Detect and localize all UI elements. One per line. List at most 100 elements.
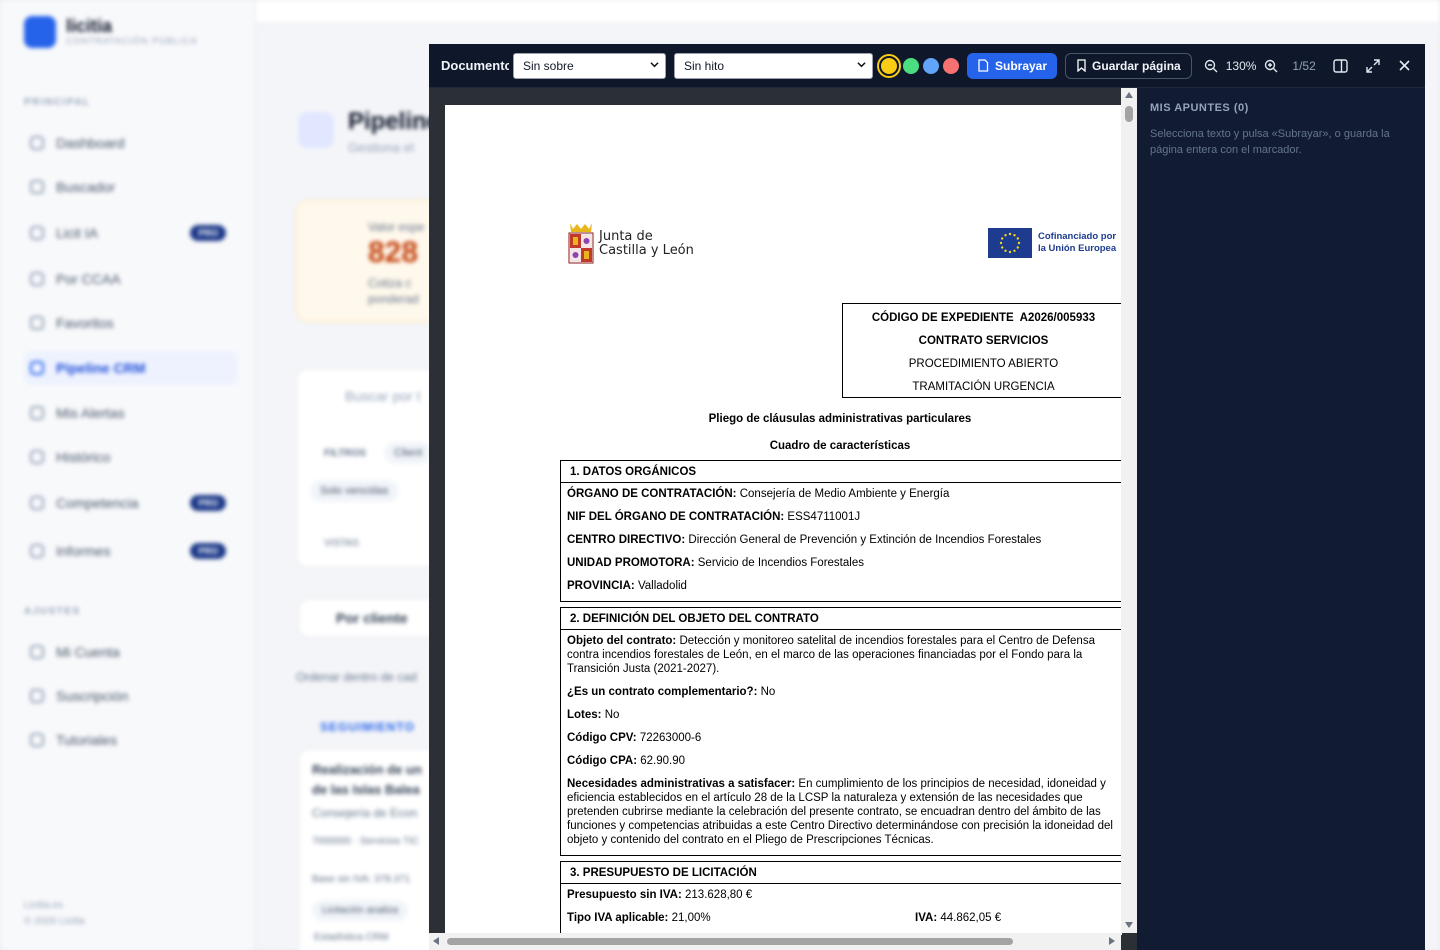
color-green-swatch[interactable] <box>903 57 919 74</box>
sidebar-item-competencia[interactable]: Competencia PRO <box>24 486 238 520</box>
section-heading: 3. PRESUPUESTO DE LICITACIÓN <box>561 862 1122 884</box>
horizontal-scroll-thumb[interactable] <box>447 938 1013 945</box>
field-provincia: PROVINCIA: Valladolid <box>567 580 687 592</box>
document-viewer-modal: Documento Sin sobre Sin hito Subrayar Gu… <box>429 44 1425 950</box>
field-cpa: Código CPA: 62.90.90 <box>567 755 686 767</box>
notes-panel: MIS APUNTES (0) Selecciona texto y pulsa… <box>1137 88 1425 950</box>
filter-chip-vencidas[interactable]: Solo vencidas <box>310 480 399 502</box>
document-subtitle: Cuadro de características <box>769 440 911 452</box>
vertical-scroll-thumb[interactable] <box>1125 106 1133 122</box>
document-title: Documento <box>441 58 509 73</box>
pipeline-icon <box>298 112 334 148</box>
sidebar-item-licit-ia[interactable]: Licit IA PRO <box>24 216 238 250</box>
sidebar-item-favoritos[interactable]: Favoritos <box>24 306 238 340</box>
scroll-up-arrow-icon[interactable] <box>1125 92 1133 98</box>
sobre-select[interactable]: Sin sobre <box>513 52 666 79</box>
field-cpv: Código CPV: 72263000-6 <box>567 732 702 744</box>
app-sidebar: licitia CONTRATACIÓN PÚBLICA PRINCIPAL D… <box>0 0 256 950</box>
section-heading: 1. DATOS ORGÁNICOS <box>561 461 1122 483</box>
scroll-down-arrow-icon[interactable] <box>1125 922 1133 928</box>
hito-select[interactable]: Sin hito <box>674 52 873 79</box>
jcyl-logo: Junta de Castilla y León <box>567 221 694 267</box>
vertical-scrollbar[interactable] <box>1121 88 1137 933</box>
section-seguimiento: SEGUIMIENTO <box>320 720 415 734</box>
target-icon <box>30 496 44 510</box>
zoom-out-icon[interactable] <box>1202 57 1220 75</box>
color-blue-swatch[interactable] <box>923 57 939 74</box>
contract-type: CONTRATO SERVICIOS <box>918 335 1049 347</box>
sidebar-toggle-icon[interactable] <box>1332 57 1350 75</box>
horizontal-scrollbar[interactable] <box>429 933 1121 950</box>
dashboard-icon <box>30 136 44 150</box>
section-label-principal: PRINCIPAL <box>24 97 91 108</box>
sidebar-item-mi-cuenta[interactable]: Mi Cuenta <box>24 635 238 669</box>
document-icon <box>978 59 989 72</box>
pdf-page[interactable]: Junta de Castilla y León Cofinanciado po… <box>445 105 1122 935</box>
zoom-in-icon[interactable] <box>1262 57 1280 75</box>
eu-cofinancing-logo: Cofinanciado por la Unión Europea <box>988 228 1116 258</box>
processing: TRAMITACIÓN URGENCIA <box>912 381 1055 393</box>
expected-value-note-2: ponderad <box>368 292 419 306</box>
chevron-down-icon <box>857 61 866 67</box>
briefcase-icon <box>30 361 44 375</box>
brand-name: licitia <box>66 16 113 36</box>
search-input[interactable]: Buscar por t <box>345 388 420 404</box>
subrayar-button[interactable]: Subrayar <box>967 52 1058 79</box>
field-nif: NIF DEL ÓRGANO DE CONTRATACIÓN: ESS47110… <box>567 511 861 523</box>
sidebar-item-informes[interactable]: Informes PRO <box>24 534 238 568</box>
section-objeto-contrato: 2. DEFINICIÓN DEL OBJETO DEL CONTRATO Ob… <box>560 607 1122 856</box>
pro-badge: PRO <box>190 495 226 511</box>
expediente-box: CÓDIGO DE EXPEDIENTE A2026/005933 CONTRA… <box>842 303 1122 398</box>
sidebar-item-suscripcion[interactable]: Suscripción <box>24 679 238 713</box>
close-icon[interactable] <box>1396 57 1414 75</box>
zoom-level: 130% <box>1225 58 1257 73</box>
bell-icon <box>30 406 44 420</box>
field-lotes: Lotes: No <box>567 709 620 721</box>
field-presupuesto: Presupuesto sin IVA: 213.628,80 € <box>567 889 753 901</box>
guardar-pagina-button[interactable]: Guardar página <box>1065 52 1192 79</box>
pipeline-card-org: Consejería de Econ <box>312 806 418 820</box>
field-unidad-promotora: UNIDAD PROMOTORA: Servicio de Incendios … <box>567 557 864 569</box>
field-complementario: ¿Es un contrato complementario?: No <box>567 686 776 698</box>
field-tipo-iva: Tipo IVA aplicable: 21,00% <box>567 912 711 924</box>
heart-icon <box>30 316 44 330</box>
sparkle-icon <box>30 226 44 240</box>
color-yellow-swatch[interactable] <box>879 55 899 76</box>
section-label-ajustes: AJUSTES <box>24 606 81 617</box>
views-label: VISTAS <box>324 538 359 549</box>
sidebar-item-por-ccaa[interactable]: Por CCAA <box>24 262 238 296</box>
pipeline-card-status-2: Estadística CRM <box>314 932 389 943</box>
scroll-right-arrow-icon[interactable] <box>1109 937 1115 945</box>
field-iva: IVA: 44.862,05 € <box>915 912 1002 924</box>
help-icon <box>30 733 44 747</box>
expected-value-label: Valor espe <box>368 220 425 234</box>
viewer-toolbar: Documento Sin sobre Sin hito Subrayar Gu… <box>429 44 1425 88</box>
pro-badge: PRO <box>190 543 226 559</box>
sidebar-item-buscador[interactable]: Buscador <box>24 170 238 204</box>
scroll-left-arrow-icon[interactable] <box>433 937 439 945</box>
pipeline-card-title: Realización de un de las Islas Balea <box>312 762 422 797</box>
expand-icon[interactable] <box>1364 57 1382 75</box>
notes-hint: Selecciona texto y pulsa «Subrayar», o g… <box>1150 128 1390 156</box>
field-centro-directivo: CENTRO DIRECTIVO: Dirección General de P… <box>567 534 1042 546</box>
pipeline-card-meta: 7000000 · Servicios TIC <box>312 836 420 847</box>
field-necesidades: Necesidades administrativas a satisfacer… <box>567 778 1113 846</box>
filter-chip[interactable]: Client <box>384 442 433 464</box>
page-subtitle: Gestiona el <box>348 140 414 155</box>
expected-value-note: Cotiza c <box>368 276 412 290</box>
document-main-title: Pliego de cláusulas administrativas part… <box>708 413 972 425</box>
eu-flag-icon <box>988 228 1032 258</box>
history-icon <box>30 450 44 464</box>
sidebar-item-pipeline-crm[interactable]: Pipeline CRM <box>24 351 238 385</box>
field-objeto: Objeto del contrato: Detección y monitor… <box>567 635 1095 675</box>
sidebar-item-tutoriales[interactable]: Tutoriales <box>24 723 238 757</box>
sidebar-item-mis-alertas[interactable]: Mis Alertas <box>24 396 238 430</box>
color-red-swatch[interactable] <box>943 57 959 74</box>
brand-logo <box>24 16 56 48</box>
search-icon <box>30 180 44 194</box>
brand-tagline: CONTRATACIÓN PÚBLICA <box>66 36 198 46</box>
chevron-down-icon <box>650 61 659 67</box>
pdf-viewer[interactable]: Junta de Castilla y León Cofinanciado po… <box>429 88 1137 950</box>
sidebar-item-dashboard[interactable]: Dashboard <box>24 126 238 160</box>
sidebar-item-historico[interactable]: Histórico <box>24 440 238 474</box>
